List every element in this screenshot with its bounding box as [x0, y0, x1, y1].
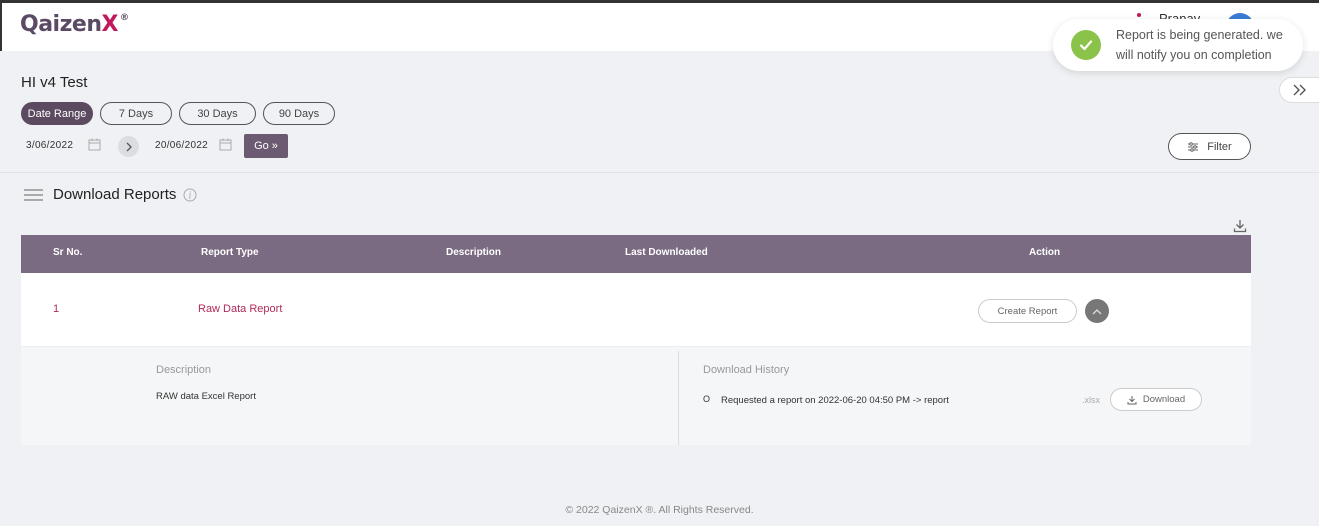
date-range-selector: Date Range 7 Days 30 Days 90 Days [21, 102, 335, 125]
col-report-type: Report Type [201, 247, 259, 258]
row-report-type[interactable]: Raw Data Report [198, 303, 282, 315]
pill-30-days[interactable]: 30 Days [179, 102, 256, 125]
filter-label: Filter [1207, 140, 1232, 153]
row-details: Description RAW data Excel Report Downlo… [21, 347, 1251, 445]
toast-message: Report is being generated. we will notif… [1116, 28, 1283, 62]
calendar-icon[interactable] [219, 138, 232, 151]
logo-x: X [101, 12, 118, 37]
from-date-input[interactable]: 3/06/2022 [26, 140, 73, 151]
chevron-up-icon [1092, 308, 1102, 314]
info-icon[interactable]: i [183, 188, 197, 202]
col-sr-no: Sr No. [53, 247, 83, 258]
section-title: Download Reports [53, 186, 177, 203]
toast-notification: Report is being generated. we will notif… [1053, 19, 1303, 71]
sliders-icon [1188, 141, 1199, 152]
description-label: Description [156, 364, 212, 376]
filter-button[interactable]: Filter [1168, 133, 1251, 160]
chevron-right-icon [126, 142, 132, 151]
qaizenx-logo[interactable]: QaizenX ® [20, 12, 129, 37]
logo-reg-mark: ® [119, 13, 129, 23]
export-download-icon[interactable] [1233, 219, 1247, 233]
collapse-row-button[interactable] [1085, 299, 1109, 323]
calendar-icon[interactable] [88, 138, 101, 151]
page-title: HI v4 Test [21, 74, 88, 91]
download-history-label: Download History [703, 364, 790, 376]
history-file-extension: .xlsx [1082, 395, 1100, 405]
next-date-button[interactable] [118, 136, 139, 157]
create-report-button[interactable]: Create Report [978, 299, 1077, 323]
table-row: 1 Raw Data Report Create Report [21, 273, 1251, 347]
pill-90-days[interactable]: 90 Days [263, 102, 335, 125]
history-bullet: O [703, 394, 711, 404]
footer-copyright: © 2022 QaizenX ®. All Rights Reserved. [565, 504, 754, 516]
go-button[interactable]: Go » [244, 134, 288, 158]
section-divider [0, 172, 1319, 173]
col-action: Action [1029, 247, 1061, 258]
side-panel-toggle[interactable] [1279, 77, 1319, 103]
col-last-downloaded: Last Downloaded [625, 247, 708, 258]
hamburger-menu-icon[interactable] [24, 187, 43, 202]
section-header: Download Reports i [24, 186, 197, 203]
svg-text:i: i [189, 191, 192, 201]
reports-table: Sr No. Report Type Description Last Down… [21, 235, 1251, 445]
check-circle-icon [1071, 30, 1101, 60]
pill-date-range[interactable]: Date Range [21, 102, 93, 125]
double-chevron-right-icon [1293, 84, 1306, 96]
logo-text: Qaizen [20, 12, 102, 37]
notification-dot-icon [1137, 13, 1141, 17]
details-divider [678, 351, 679, 445]
row-sr-no: 1 [53, 303, 60, 315]
history-entry: Requested a report on 2022-06-20 04:50 P… [721, 395, 949, 406]
col-description: Description [446, 247, 502, 258]
pill-7-days[interactable]: 7 Days [100, 102, 172, 125]
to-date-input[interactable]: 20/06/2022 [155, 140, 208, 151]
download-button[interactable]: Download [1110, 388, 1202, 411]
description-value: RAW data Excel Report [156, 391, 256, 402]
download-icon [1127, 395, 1137, 404]
download-label: Download [1142, 394, 1186, 405]
date-controls: 3/06/2022 20/06/2022 Go » Filter [26, 133, 1276, 160]
table-header: Sr No. Report Type Description Last Down… [21, 235, 1251, 273]
